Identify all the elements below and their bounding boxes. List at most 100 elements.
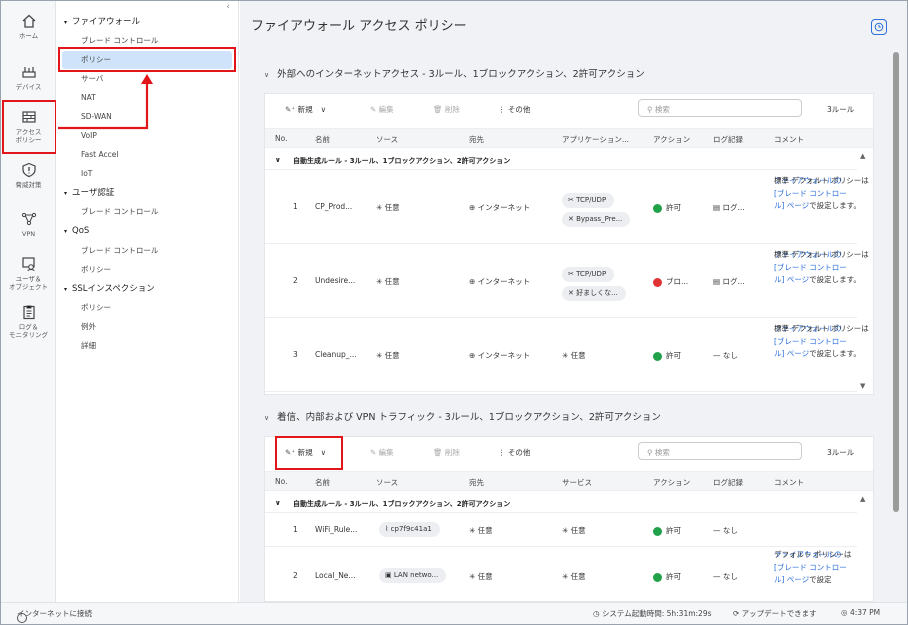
asterisk-icon: ✳: [562, 526, 571, 535]
rule-number: 3: [293, 350, 298, 359]
page-scrollbar[interactable]: [892, 50, 900, 602]
rule-name[interactable]: Undesire...: [315, 276, 355, 285]
rule-destination-label: 任意: [477, 572, 493, 581]
rule-destination-label: インターネット: [477, 351, 531, 360]
app-pill[interactable]: ✂ TCP/UDP: [562, 267, 615, 282]
section1-search-input[interactable]: ⚲ 検索: [638, 99, 802, 117]
rule-source-label: 任意: [384, 277, 400, 286]
column-header[interactable]: アクション: [653, 134, 690, 145]
column-header[interactable]: 名前: [315, 477, 330, 488]
section1-scrollbar[interactable]: ▲ ▼: [859, 152, 869, 392]
column-header[interactable]: 宛先: [469, 477, 484, 488]
column-header[interactable]: No.: [275, 477, 287, 486]
tcp-udp-icon: ✂: [568, 270, 577, 278]
column-header[interactable]: アプリケーション...: [562, 134, 629, 145]
allow-icon: [653, 351, 662, 361]
rule-action-label: 許可: [666, 351, 681, 360]
table-row[interactable]: 2 Local_Ne... ▣ LAN netwo... ✳ 任意 ✳ 任意 許可 — なし…: [265, 547, 857, 603]
app-pill[interactable]: ✕ Bypass_Pre...: [562, 212, 631, 227]
globe-icon: ⊕: [469, 277, 478, 286]
column-header[interactable]: ログ記録: [713, 477, 743, 488]
section2-edit-button[interactable]: ✎ 編集: [370, 447, 394, 458]
app-pill[interactable]: ✂ TCP/UDP: [562, 193, 615, 208]
rule-action-label: 許可: [666, 572, 681, 581]
section1-delete-button[interactable]: 🗑 削除: [433, 104, 460, 115]
close-icon: ✕: [568, 289, 577, 297]
help-button[interactable]: [871, 19, 887, 35]
allow-icon: [653, 203, 662, 213]
section1-edit-button[interactable]: ✎ 編集: [370, 104, 394, 115]
section1-toolbar: ✎⁺ 新規 ∨ ✎ 編集 🗑 削除 ⋮ その他 ⚲ 検索 3ルール: [265, 94, 873, 124]
column-header[interactable]: サービス: [562, 477, 592, 488]
rule-log-label: ログ...: [722, 277, 745, 286]
chevron-down-icon: ∨: [275, 499, 281, 507]
rule-name[interactable]: CP_Prod...: [315, 202, 352, 211]
rule-action[interactable]: ブロ...: [653, 276, 688, 287]
section1-more-button[interactable]: ⋮ その他: [498, 104, 530, 115]
comment-text: で設定します。: [809, 275, 861, 284]
page-scrollbar-thumb[interactable]: [893, 52, 899, 512]
section1-card: ✎⁺ 新規 ∨ ✎ 編集 🗑 削除 ⋮ その他 ⚲ 検索 3ルール No. 名前 ソー…: [264, 93, 874, 395]
column-header[interactable]: アクション: [653, 477, 690, 488]
scroll-up-icon[interactable]: ▲: [860, 152, 865, 160]
column-header[interactable]: コメント: [774, 477, 804, 488]
rule-log[interactable]: — なし: [713, 525, 738, 536]
scroll-up-icon[interactable]: ▲: [860, 495, 865, 503]
rule-name[interactable]: Local_Ne...: [315, 571, 356, 580]
source-pill[interactable]: ▣ LAN netwo...: [379, 568, 447, 583]
table-row[interactable]: 3 Cleanup_... ✳ 任意 ⊕ インターネット ✳ 任意 許可 — なし 標準 デフ…: [265, 318, 869, 392]
column-header[interactable]: No.: [275, 134, 287, 143]
section2-header[interactable]: ∨ 着信、内部および VPN トラフィック - 3ルール、1ブロックアクション、2…: [264, 409, 661, 423]
rule-destination: ⊕ インターネット: [469, 350, 530, 361]
rule-action[interactable]: 許可: [653, 350, 681, 361]
rule-log[interactable]: — なし: [713, 350, 738, 361]
new-rule-icon: ✎⁺: [285, 105, 298, 114]
source-pill-label: cp7f9c41a1: [390, 525, 432, 533]
allow-icon: [653, 572, 662, 582]
update-status[interactable]: ⟳ アップデートできます: [733, 608, 817, 619]
column-header[interactable]: 宛先: [469, 134, 484, 145]
section1-new-button[interactable]: ✎⁺ 新規 ∨: [285, 104, 326, 115]
page-title: ファイアウォール アクセス ポリシー: [251, 19, 467, 34]
source-pill[interactable]: ⌇ cp7f9c41a1: [379, 522, 440, 537]
highlight-new-button: [275, 436, 343, 470]
section2-group-row[interactable]: ∨ 自動生成ルール - 3ルール、1ブロックアクション、2許可アクション: [265, 495, 857, 513]
rule-source: ✳ 任意: [376, 276, 400, 287]
rule-action[interactable]: 許可: [653, 202, 681, 213]
rule-log[interactable]: ▤ ログ...: [713, 202, 745, 213]
rule-log[interactable]: — なし: [713, 571, 738, 582]
table-row[interactable]: 2 Undesire... ✳ 任意 ⊕ インターネット ✂ TCP/UDP ✕ 好ましく…: [265, 244, 869, 318]
section1-group-row[interactable]: ∨ 自動生成ルール - 3ルール、1ブロックアクション、2許可アクション: [265, 152, 857, 170]
chevron-down-icon: ∨: [264, 71, 270, 79]
comment-text: で設定します。: [809, 201, 861, 210]
rule-action[interactable]: 許可: [653, 571, 681, 582]
rule-action[interactable]: 許可: [653, 525, 681, 536]
asterisk-icon: ✳: [469, 526, 478, 535]
clock-status: ◎ 4:37 PM: [841, 608, 881, 617]
rule-destination-label: インターネット: [477, 203, 531, 212]
column-header[interactable]: ソース: [376, 477, 398, 488]
column-header[interactable]: コメント: [774, 134, 804, 145]
rule-name[interactable]: Cleanup_...: [315, 350, 357, 359]
rule-comment: 標準 デフォルト ポリシーは ファイアウォールの [ブレード コントロール] ペー…: [774, 323, 869, 361]
table-row[interactable]: 1 WiFi_Rule... ⌇ cp7f9c41a1 ✳ 任意 ✳ 任意 許可 — なし: [265, 513, 857, 547]
column-header[interactable]: ログ記録: [713, 134, 743, 145]
section1-header[interactable]: ∨ 外部へのインターネットアクセス - 3ルール、1ブロックアクション、2許可アク…: [264, 66, 645, 80]
rule-number: 1: [293, 525, 298, 534]
rule-service-label: 任意: [570, 526, 586, 535]
rule-log[interactable]: ▤ ログ...: [713, 276, 745, 287]
app-pill[interactable]: ✕ 好ましくな...: [562, 286, 626, 301]
column-header[interactable]: ソース: [376, 134, 398, 145]
update-icon: ⟳: [733, 609, 742, 618]
rule-name[interactable]: WiFi_Rule...: [315, 525, 357, 534]
section2-scrollbar[interactable]: ▲: [859, 495, 869, 595]
column-header[interactable]: 名前: [315, 134, 330, 145]
asterisk-icon: ✳: [562, 351, 571, 360]
chevron-down-icon: ∨: [264, 414, 270, 422]
section2-search-input[interactable]: ⚲ 検索: [638, 442, 802, 460]
rule-comment: 標準 デフォルト ポリシーは ファイアウォールの [ブレード コントロール] ペー…: [774, 249, 869, 287]
scroll-down-icon[interactable]: ▼: [860, 382, 865, 390]
section2-delete-button[interactable]: 🗑 削除: [433, 447, 460, 458]
table-row[interactable]: 1 CP_Prod... ✳ 任意 ⊕ インターネット ✂ TCP/UDP ✕ Bypas…: [265, 170, 869, 244]
section2-more-button[interactable]: ⋮ その他: [498, 447, 530, 458]
